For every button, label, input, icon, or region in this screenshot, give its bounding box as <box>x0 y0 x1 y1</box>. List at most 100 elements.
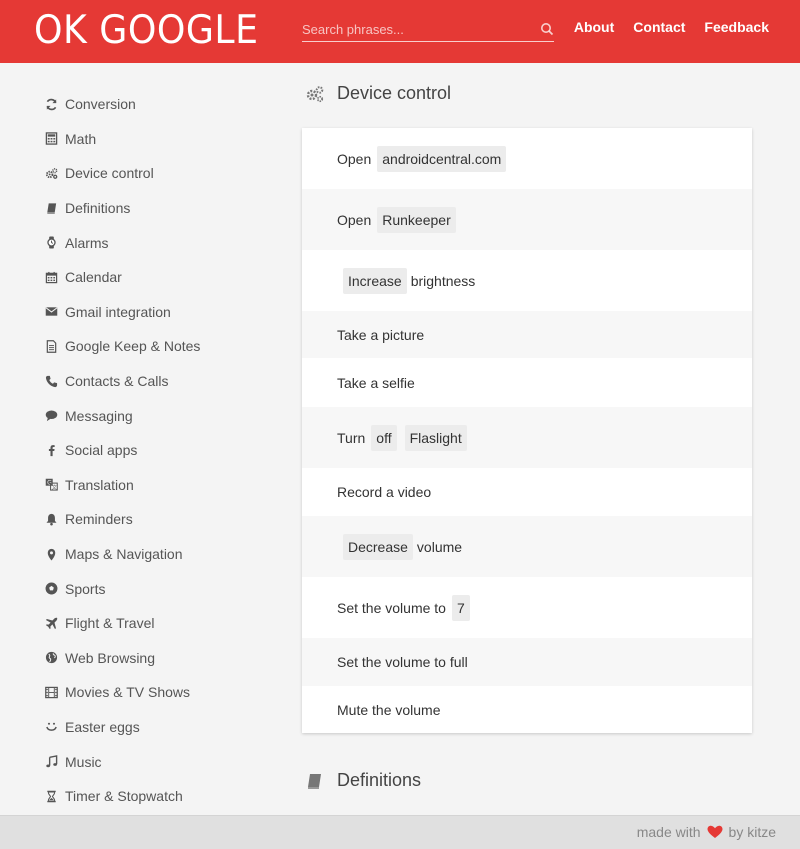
bell-icon <box>44 512 58 526</box>
phrase-variable-chip[interactable]: Flaslight <box>404 424 467 451</box>
phrase-text: Take a selfie <box>337 374 415 391</box>
film-icon <box>44 685 58 699</box>
smiley-icon <box>44 720 58 734</box>
phrase-variable-chip[interactable]: off <box>371 424 397 451</box>
nav-about-link[interactable]: About <box>574 19 614 35</box>
sidebar-item-contacts-and-calls[interactable]: Contacts & Calls <box>44 364 264 399</box>
sidebar-item-maps-and-navigation[interactable]: Maps & Navigation <box>44 537 264 572</box>
phrase-variable-chip[interactable]: Decrease <box>343 533 413 560</box>
phrase-row[interactable]: Turn off Flaslight <box>302 407 752 468</box>
sidebar-item-device-control[interactable]: Device control <box>44 156 264 191</box>
sidebar-item-timer-and-stopwatch[interactable]: Timer & Stopwatch <box>44 779 264 814</box>
sidebar-item-label: Gmail integration <box>65 303 171 320</box>
calendar-icon <box>44 270 58 284</box>
phrase-text: Mute the volume <box>337 701 441 718</box>
sidebar-item-easter-eggs[interactable]: Easter eggs <box>44 710 264 745</box>
sidebar-item-label: Translation <box>65 476 134 493</box>
sidebar-item-alarms[interactable]: Alarms <box>44 225 264 260</box>
section-heading-device-control: Device control <box>305 83 451 104</box>
sidebar-item-label: Conversion <box>65 96 136 113</box>
phrase-text: Set the volume to full <box>337 654 468 670</box>
phrase-row[interactable]: Set the volume to full <box>302 638 752 686</box>
nav-feedback-link[interactable]: Feedback <box>704 19 769 35</box>
sidebar-item-web-browsing[interactable]: Web Browsing <box>44 641 264 676</box>
phrase-text: volume <box>416 538 463 555</box>
soccer-ball-icon <box>44 582 58 596</box>
music-note-icon <box>44 755 58 769</box>
calculator-icon <box>44 132 58 146</box>
sidebar-item-calendar[interactable]: Calendar <box>44 260 264 295</box>
sidebar-item-label: Timer & Stopwatch <box>65 788 183 805</box>
search-icon[interactable] <box>540 22 554 36</box>
search-input[interactable] <box>302 18 522 40</box>
sidebar-item-label: Easter eggs <box>65 718 140 735</box>
phrase-variable-chip[interactable]: Increase <box>343 267 407 294</box>
phrase-text: Open <box>337 211 372 228</box>
phrase-row[interactable]: Open androidcentral.com <box>302 128 752 189</box>
watch-icon <box>44 236 58 250</box>
sidebar-item-label: Web Browsing <box>65 649 156 666</box>
section-title-next: Definitions <box>337 770 422 790</box>
translate-icon: G文 <box>44 478 58 492</box>
heart-icon <box>707 825 723 839</box>
gears-icon <box>305 84 327 104</box>
phrase-row[interactable]: Open Runkeeper <box>302 189 752 250</box>
sidebar-item-label: Social apps <box>65 442 138 459</box>
footer-author[interactable]: by kitze <box>729 824 776 840</box>
phrase-row[interactable]: Mute the volume <box>302 686 752 733</box>
sidebar-item-label: Reminders <box>65 511 133 528</box>
category-sidebar: Conversion Math Device control Definitions A… <box>44 87 264 813</box>
phrase-row[interactable]: Set the volume to 7 <box>302 577 752 638</box>
sidebar-item-movies-and-tv-shows[interactable]: Movies & TV Shows <box>44 675 264 710</box>
section-title: Device control <box>337 83 452 103</box>
sidebar-item-label: Contacts & Calls <box>65 373 169 390</box>
sidebar-item-label: Sports <box>65 580 106 597</box>
sidebar-item-conversion[interactable]: Conversion <box>44 87 264 122</box>
sidebar-item-google-keep-and-notes[interactable]: Google Keep & Notes <box>44 329 264 364</box>
phrase-text: Open <box>337 150 372 167</box>
sidebar-item-label: Calendar <box>65 269 122 286</box>
sidebar-item-social-apps[interactable]: Social apps <box>44 433 264 468</box>
top-bar: OK GOOGLE About Contact Feedback <box>0 0 800 63</box>
sidebar-item-label: Messaging <box>65 407 133 424</box>
sidebar-item-translation[interactable]: G 文 Translation <box>44 468 264 503</box>
nav-contact-link[interactable]: Contact <box>633 19 685 35</box>
search-box[interactable] <box>302 18 554 42</box>
phrase-row[interactable]: Take a picture <box>302 311 752 358</box>
footer-made-with: made with <box>636 824 701 840</box>
phrase-variable-chip[interactable]: 7 <box>451 594 470 621</box>
book-icon <box>44 201 58 215</box>
sidebar-item-label: Google Keep & Notes <box>65 338 201 355</box>
phrase-row[interactable]: Increase brightness <box>302 250 752 311</box>
phrase-row[interactable]: Decrease volume <box>302 516 752 577</box>
top-nav: About Contact Feedback <box>574 19 769 35</box>
sidebar-item-label: Math <box>65 130 97 147</box>
sidebar-item-label: Movies & TV Shows <box>65 684 191 701</box>
sidebar-item-flight-and-travel[interactable]: Flight & Travel <box>44 606 264 641</box>
sidebar-item-reminders[interactable]: Reminders <box>44 502 264 537</box>
book-icon <box>305 771 327 791</box>
sidebar-item-messaging[interactable]: Messaging <box>44 398 264 433</box>
sidebar-item-gmail-integration[interactable]: Gmail integration <box>44 295 264 330</box>
phrase-variable-chip[interactable]: Runkeeper <box>377 206 456 233</box>
footer: made with by kitze <box>0 815 800 849</box>
section-heading-definitions: Definitions <box>305 770 421 791</box>
document-icon <box>44 339 58 353</box>
svg-text:文: 文 <box>51 484 56 491</box>
phrase-list-card: Open androidcentral.com Open Runkeeper Incre… <box>302 128 752 733</box>
sidebar-item-sports[interactable]: Sports <box>44 571 264 606</box>
envelope-icon <box>44 305 58 319</box>
phrase-row[interactable]: Record a video <box>302 468 752 516</box>
sidebar-item-music[interactable]: Music <box>44 744 264 779</box>
facebook-icon <box>44 443 58 457</box>
site-logo[interactable]: OK GOOGLE <box>34 8 258 53</box>
sidebar-item-label: Music <box>65 753 102 770</box>
phrase-variable-chip[interactable]: androidcentral.com <box>377 145 507 172</box>
refresh-icon <box>44 97 58 111</box>
sidebar-item-math[interactable]: Math <box>44 122 264 157</box>
gears-icon <box>44 166 58 180</box>
phrase-text: brightness <box>410 272 476 289</box>
sidebar-item-definitions[interactable]: Definitions <box>44 191 264 226</box>
sidebar-item-label: Maps & Navigation <box>65 546 183 563</box>
phrase-row[interactable]: Take a selfie <box>302 358 752 407</box>
